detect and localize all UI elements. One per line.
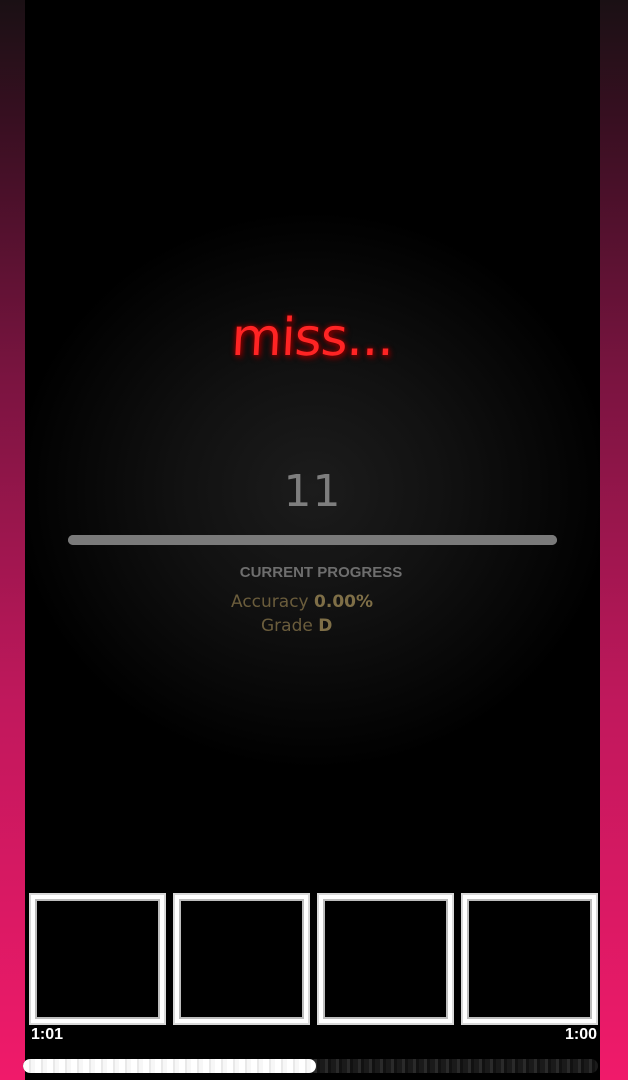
seek-bar-played <box>23 1059 317 1073</box>
progress-label: CURRENT PROGRESS <box>239 564 403 581</box>
game-screen: miss... 11 CURRENT PROGRESS Accuracy 0.0… <box>0 0 628 1080</box>
accuracy-value: 0.00% <box>314 592 374 612</box>
lane-receptor-3-pad <box>325 901 446 1017</box>
elapsed-time: 1:01 <box>31 1026 64 1043</box>
song-progress-fill <box>68 535 557 545</box>
song-progress-bar <box>68 535 557 545</box>
seek-bar[interactable] <box>23 1059 598 1073</box>
lane-receptor-2-pad <box>181 901 302 1017</box>
judgement-text: miss... <box>229 308 396 368</box>
lane-receptor-3[interactable] <box>317 893 454 1025</box>
lane-receptor-1[interactable] <box>29 893 166 1025</box>
lane-receptor-4-pad <box>469 901 590 1017</box>
grade-stat: Grade D <box>261 616 332 636</box>
grade-value: D <box>318 616 333 636</box>
accuracy-label: Accuracy <box>231 592 309 612</box>
lane-receptor-4[interactable] <box>461 893 598 1025</box>
lane-receptor-2[interactable] <box>173 893 310 1025</box>
grade-label: Grade <box>261 616 313 636</box>
right-edge-gradient <box>600 0 628 1080</box>
combo-counter: 11 <box>283 466 342 517</box>
left-edge-gradient <box>0 0 25 1080</box>
accuracy-stat: Accuracy 0.00% <box>231 592 373 612</box>
remaining-time: 1:00 <box>564 1026 597 1043</box>
lane-receptor-1-pad <box>37 901 158 1017</box>
lane-receptors <box>29 893 598 1025</box>
